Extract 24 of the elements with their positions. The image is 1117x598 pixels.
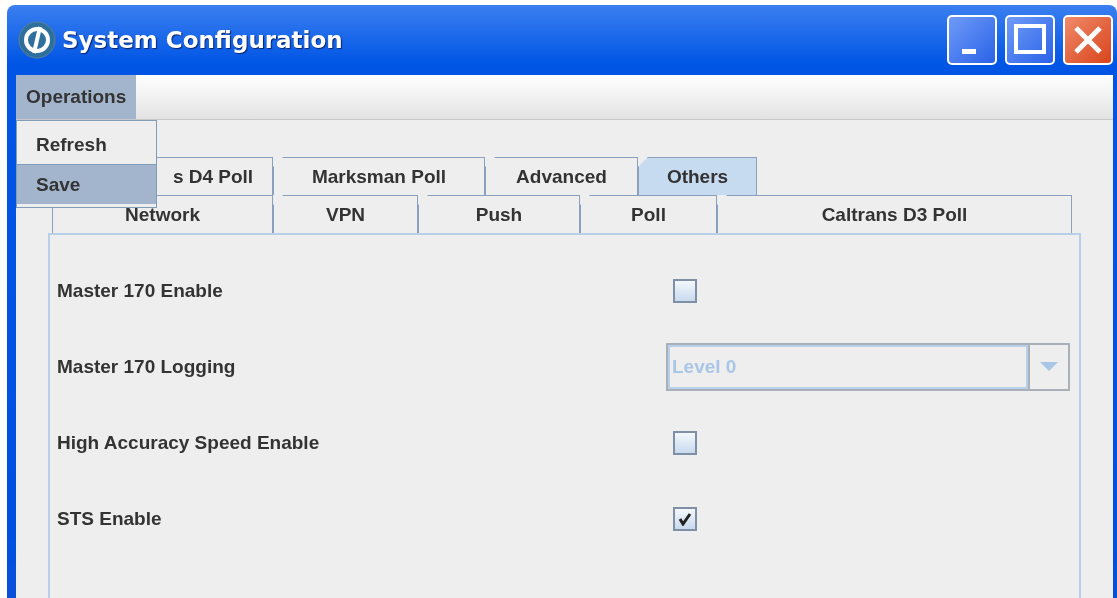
app-logo-icon	[18, 21, 56, 59]
tab[interactable]: Push	[418, 195, 580, 233]
setting-label: STS Enable	[57, 508, 163, 530]
maximize-button[interactable]	[1005, 15, 1055, 65]
tab[interactable]: Poll	[580, 195, 717, 233]
checkbox[interactable]	[673, 279, 697, 303]
minimize-icon	[962, 48, 976, 54]
minimize-button[interactable]	[947, 15, 997, 65]
caret-icon	[1040, 362, 1058, 372]
window-title: System Configuration	[62, 27, 344, 53]
tab[interactable]: Marksman Poll	[273, 157, 485, 195]
checkmark-icon	[678, 512, 692, 526]
menu-title[interactable]: Operations	[16, 75, 137, 119]
tab[interactable]: VPN	[273, 195, 418, 233]
setting-label: Master 170 Enable	[57, 280, 224, 302]
menu-item[interactable]: Save	[17, 164, 156, 204]
tab[interactable]: Advanced	[485, 157, 638, 195]
checkbox[interactable]	[673, 431, 697, 455]
close-button[interactable]	[1063, 15, 1113, 65]
checkbox[interactable]	[673, 507, 697, 531]
setting-label: High Accuracy Speed Enable	[57, 432, 321, 454]
setting-label: Master 170 Logging	[57, 356, 237, 378]
tab[interactable]: Caltrans D3 Poll	[717, 195, 1072, 233]
tab[interactable]: Others	[638, 157, 757, 195]
